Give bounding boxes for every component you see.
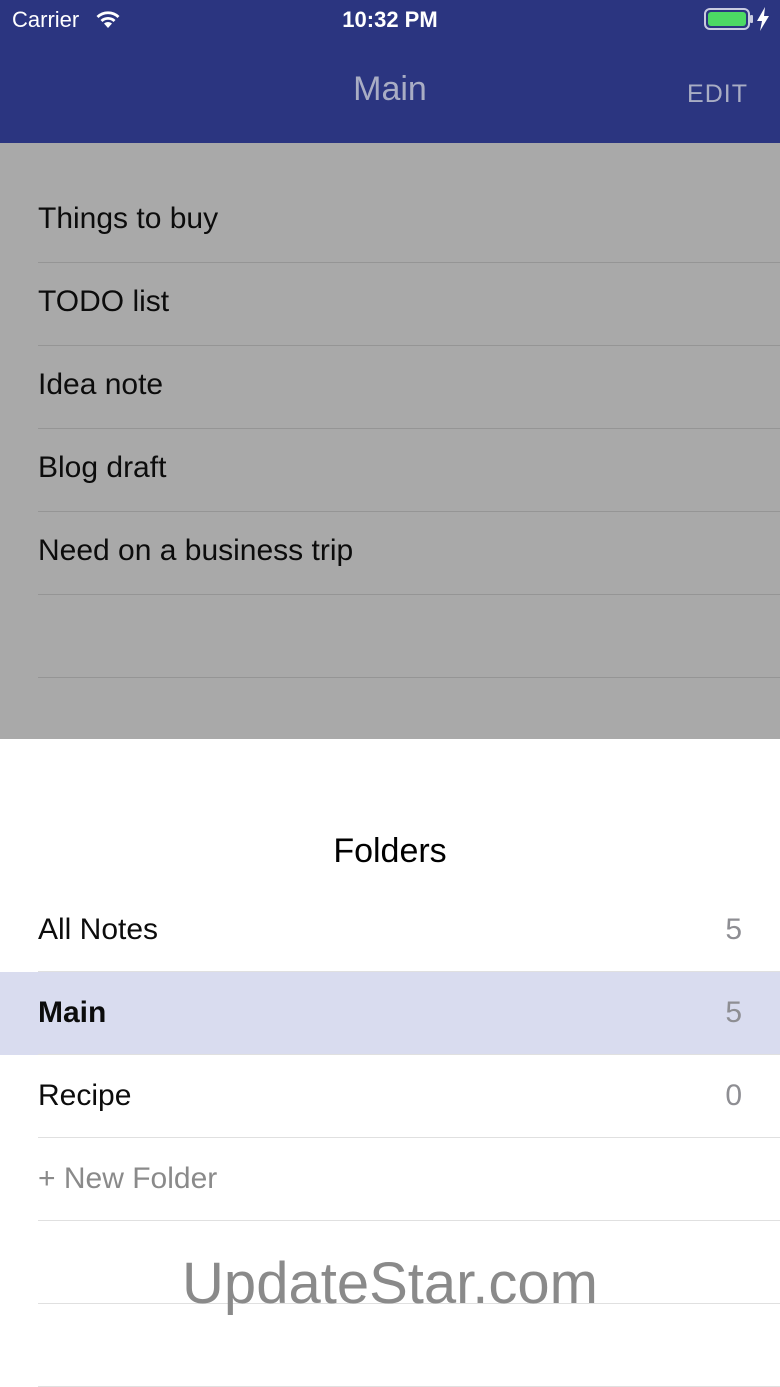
charging-bolt-icon: [757, 7, 769, 31]
note-title: TODO list: [38, 285, 170, 318]
navigation-bar: Carrier 10:32 PM Main EDIT: [0, 0, 780, 143]
edit-button[interactable]: EDIT: [687, 80, 748, 109]
folders-title: Folders: [333, 832, 447, 870]
folder-count: 5: [725, 996, 742, 1029]
note-title: Things to buy: [38, 202, 219, 235]
folder-item-all-notes[interactable]: All Notes 5: [0, 889, 780, 972]
folder-label: Main: [38, 996, 107, 1029]
page-title: Main: [353, 70, 427, 108]
empty-note-row: [38, 595, 780, 678]
folder-item-recipe[interactable]: Recipe 0: [0, 1055, 780, 1138]
status-bar: Carrier 10:32 PM: [0, 0, 780, 40]
folder-count: 5: [725, 913, 742, 946]
folder-item-main[interactable]: Main 5: [0, 972, 780, 1055]
note-title: Need on a business trip: [38, 534, 354, 567]
note-row[interactable]: Need on a business trip: [38, 512, 780, 595]
notes-list-dimmed[interactable]: Things to buy TODO list Idea note Blog d…: [0, 143, 780, 739]
battery-icon: [704, 8, 753, 30]
folder-count: 0: [725, 1079, 742, 1112]
new-folder-label: + New Folder: [38, 1162, 218, 1195]
note-row[interactable]: Idea note: [38, 346, 780, 429]
note-row[interactable]: Blog draft: [38, 429, 780, 512]
folder-label: Recipe: [38, 1079, 132, 1112]
folder-label: All Notes: [38, 913, 159, 946]
new-folder-button[interactable]: + New Folder: [0, 1138, 780, 1221]
watermark: UpdateStar.com: [182, 1251, 598, 1316]
note-row[interactable]: Things to buy: [38, 180, 780, 263]
status-time: 10:32 PM: [342, 7, 438, 32]
note-title: Idea note: [38, 368, 164, 401]
note-row[interactable]: TODO list: [38, 263, 780, 346]
note-title: Blog draft: [38, 451, 167, 484]
